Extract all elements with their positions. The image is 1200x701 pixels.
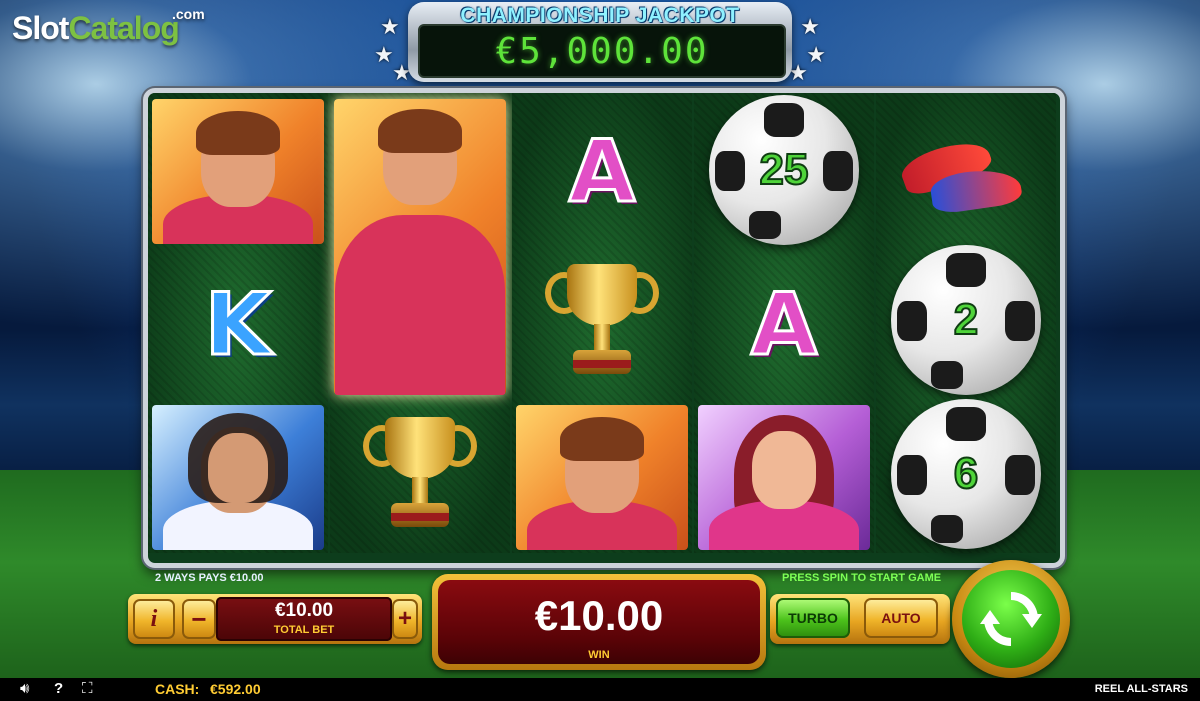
ways-pays-text: 2 WAYS PAYS €10.00 (155, 572, 264, 584)
logo-suffix: .com (172, 6, 205, 22)
symbol-letter-k: K (148, 248, 328, 401)
turbo-button[interactable]: TURBO (776, 598, 850, 638)
win-label: WIN (588, 649, 610, 661)
reel-2 (330, 93, 510, 553)
spin-button[interactable] (952, 560, 1070, 678)
speaker-icon[interactable]: 🔊︎ (20, 680, 29, 697)
press-spin-text: PRESS SPIN TO START GAME (782, 572, 942, 584)
reel-5: 2 6 (876, 93, 1056, 553)
letter-k-symbol: K (203, 273, 273, 376)
ball-multiplier: 6 (953, 448, 980, 499)
total-bet-display: €10.00 TOTAL BET (216, 597, 392, 641)
symbol-woman-player (694, 401, 874, 554)
logo-slot-text: Slot (12, 10, 69, 46)
symbol-soccer-ball: 6 (876, 397, 1056, 550)
championship-jackpot: ★ ★ ★ ★ ★ ★ CHAMPIONSHIP JACKPOT €5,000.… (374, 2, 826, 85)
fullscreen-icon[interactable]: ⛶ (82, 680, 93, 697)
player-portrait (152, 99, 324, 244)
ball-multiplier: 25 (759, 144, 810, 195)
player-portrait (152, 405, 324, 550)
total-bet-value: €10.00 (274, 600, 334, 621)
reel-1: K (148, 93, 328, 553)
reel-grid: K A 25 A 2 6 (143, 88, 1065, 568)
win-value: €10.00 (534, 592, 664, 639)
trophy-icon (545, 260, 659, 390)
symbol-trophy (512, 248, 692, 401)
info-button[interactable]: i (133, 599, 175, 639)
symbol-soccer-ball: 25 (694, 93, 874, 246)
symbol-bearded-player (148, 401, 328, 554)
ball-multiplier: 2 (953, 294, 980, 345)
cash-label: CASH: (155, 681, 200, 697)
reel-3: A (512, 93, 692, 553)
site-logo: SlotCatalog .com (12, 6, 205, 47)
symbol-orange-player-tall (330, 95, 510, 399)
star-icon: ★ (374, 42, 394, 67)
soccer-ball-icon: 2 (891, 244, 1041, 395)
symbol-orange-player (148, 95, 328, 248)
symbol-letter-a: A (694, 248, 874, 401)
auto-button[interactable]: AUTO (864, 598, 938, 638)
trophy-icon (363, 413, 477, 543)
letter-a-symbol: A (567, 120, 637, 223)
cash-value: €592.00 (210, 681, 261, 697)
symbol-trophy (330, 401, 510, 554)
decrease-bet-button[interactable]: − (182, 599, 216, 639)
spin-arrows-icon (962, 570, 1060, 668)
football-boots-icon (891, 117, 1041, 227)
jackpot-display: €5,000.00 (418, 24, 786, 78)
player-portrait (516, 405, 688, 550)
symbol-letter-a: A (512, 95, 692, 248)
logo-catalog-text: Catalog (68, 10, 179, 46)
increase-bet-button[interactable]: + (392, 599, 418, 639)
help-button[interactable]: ? (54, 680, 63, 697)
symbol-soccer-ball: 2 (876, 243, 1056, 396)
soccer-ball-icon: 25 (709, 94, 859, 245)
jackpot-value: €5,000.00 (495, 31, 709, 72)
reel-4: 25 A (694, 93, 874, 553)
star-icon: ★ (806, 42, 826, 67)
status-bar: 🔊︎ ? ⛶ CASH: €592.00 REEL ALL-STARS (0, 678, 1200, 701)
symbol-boots (876, 95, 1056, 248)
letter-a-symbol: A (749, 273, 819, 376)
total-bet-label: TOTAL BET (273, 624, 335, 636)
player-portrait (698, 405, 870, 550)
soccer-ball-icon: 6 (891, 398, 1041, 549)
game-name: REEL ALL-STARS (1094, 683, 1188, 695)
player-portrait (334, 99, 506, 395)
win-panel: €10.00 WIN (432, 574, 766, 670)
symbol-orange-player (512, 401, 692, 554)
